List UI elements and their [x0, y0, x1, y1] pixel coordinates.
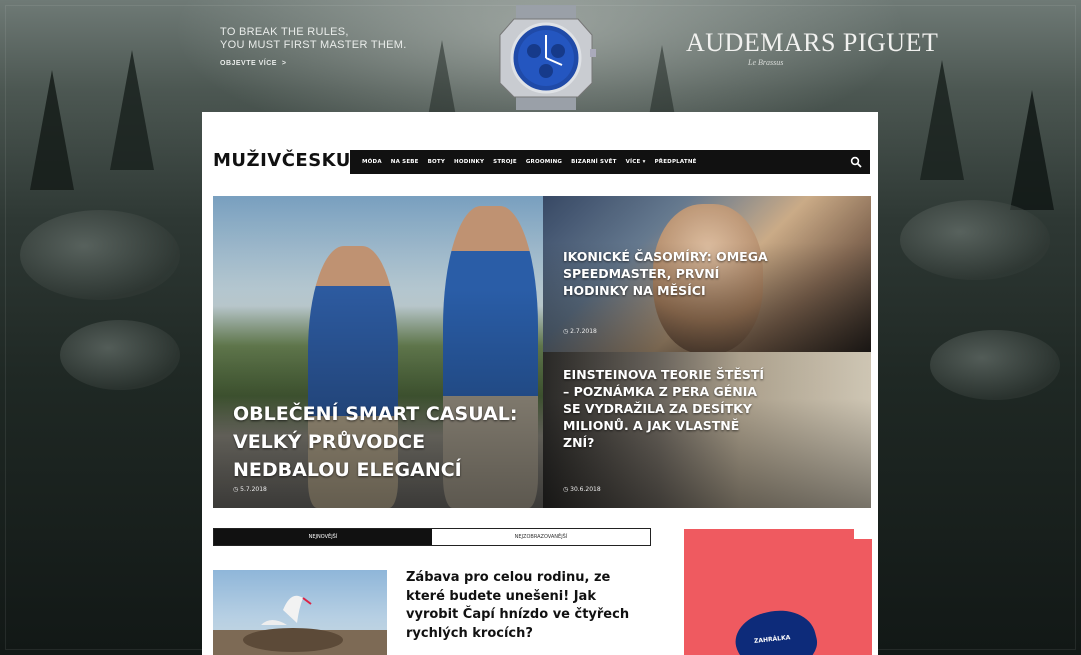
ad-cta-label: OBJEVTE VÍCE: [220, 60, 277, 67]
nav-item-bizarni-svet[interactable]: BIZARNÍ SVĚT: [571, 159, 616, 165]
hero-main-title[interactable]: OBLEČENÍ SMART CASUAL: VELKÝ PRŮVODCE NE…: [233, 400, 533, 484]
hero-main-date: ◷ 5.7.2018: [233, 486, 267, 493]
hero-side-article-2[interactable]: EINSTEINOVA TEORIE ŠTĚSTÍ – POZNÁMKA Z P…: [543, 352, 871, 508]
nav-item-moda[interactable]: MÓDA: [362, 159, 382, 165]
nav-item-boty[interactable]: BOTY: [428, 159, 445, 165]
side-ad[interactable]: ZAHRÁLKA: [684, 529, 872, 655]
ad-tagline-line1: TO BREAK THE RULES,: [220, 26, 349, 38]
hero-side1-title[interactable]: IKONICKÉ ČASOMÍRY: OMEGA SPEEDMASTER, PR…: [563, 248, 773, 299]
search-icon[interactable]: [850, 156, 862, 168]
hero-side2-date: ◷ 30.6.2018: [563, 486, 601, 493]
article-tabs: NEJNOVĚJŠÍ NEJZOBRAZOVANĚJŠÍ: [213, 528, 651, 546]
tab-nejzobrazovanejsi[interactable]: NEJZOBRAZOVANĚJŠÍ: [432, 529, 650, 545]
ad-brand-logo[interactable]: AUDEMARS PIGUET: [686, 28, 938, 58]
hero-side1-date: ◷ 2.7.2018: [563, 328, 597, 335]
nav-item-grooming[interactable]: GROOMING: [526, 159, 562, 165]
site-logo[interactable]: MUŽIVČESKU: [213, 150, 351, 171]
nav-item-na-sebe[interactable]: NA SEBE: [391, 159, 419, 165]
nav-item-hodinky[interactable]: HODINKY: [454, 159, 484, 165]
tab-nejnovejsi[interactable]: NEJNOVĚJŠÍ: [214, 529, 432, 545]
main-nav: MÓDA NA SEBE BOTY HODINKY STROJE GROOMIN…: [350, 150, 870, 174]
nav-item-predplatne[interactable]: PŘEDPLATNÉ: [655, 159, 697, 165]
ad-tagline[interactable]: TO BREAK THE RULES, YOU MUST FIRST MASTE…: [220, 26, 407, 67]
ad-tagline-line2: YOU MUST FIRST MASTER THEM.: [220, 39, 407, 51]
nav-item-vice[interactable]: VÍCE ▾: [626, 159, 646, 165]
article-title[interactable]: Zábava pro celou rodinu, ze které budete…: [406, 569, 646, 643]
site-container: MUŽIVČESKU MÓDA NA SEBE BOTY HODINKY STR…: [202, 112, 878, 655]
ad-cta-link[interactable]: OBJEVTE VÍCE >: [220, 60, 407, 67]
hero-grid: OBLEČENÍ SMART CASUAL: VELKÝ PRŮVODCE NE…: [213, 196, 871, 508]
hero-side2-title[interactable]: EINSTEINOVA TEORIE ŠTĚSTÍ – POZNÁMKA Z P…: [563, 366, 773, 451]
watch-icon[interactable]: [496, 5, 596, 110]
article-thumbnail[interactable]: [213, 570, 387, 655]
chevron-right-icon: >: [281, 60, 287, 67]
hero-side-article-1[interactable]: IKONICKÉ ČASOMÍRY: OMEGA SPEEDMASTER, PR…: [543, 196, 871, 352]
stork-nest-image: [213, 595, 387, 655]
ad-brand-sub: Le Brassus: [748, 58, 784, 67]
adchoices-icon[interactable]: [854, 529, 872, 539]
nav-item-stroje[interactable]: STROJE: [493, 159, 517, 165]
hero-main-article[interactable]: OBLEČENÍ SMART CASUAL: VELKÝ PRŮVODCE NE…: [213, 196, 543, 508]
ad-blob-shape: [729, 602, 823, 655]
